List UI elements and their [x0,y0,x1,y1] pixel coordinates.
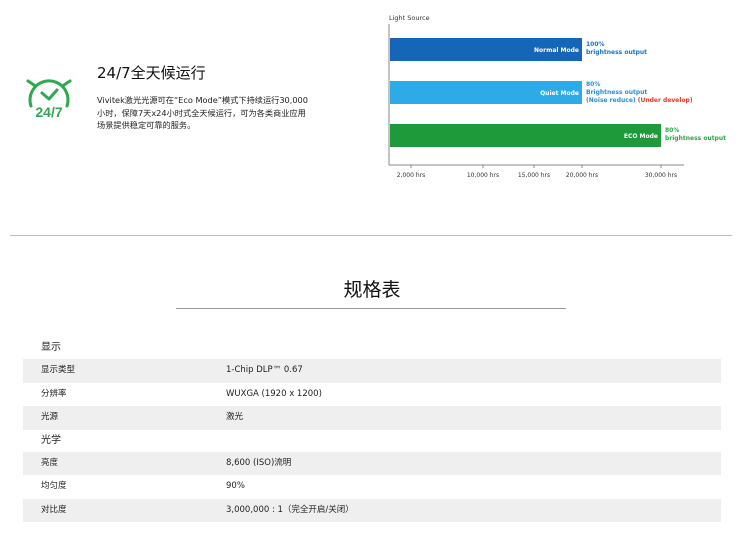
spec-key: 亮度 [41,457,59,468]
spec-value: WUXGA (1920 x 1200) [226,388,322,399]
spec-title: 规格表 [343,279,401,301]
bar-annotation: brightness output [665,135,726,142]
chart-title: Light Source [389,14,430,22]
spec-group-optics: 光学 [41,434,61,446]
bar-label: Quiet Mode [540,90,579,97]
bar-annotation: 80% [586,81,600,88]
bar-annotation: (Noise reduce) (Under develop) [586,97,693,104]
x-tick-label: 20,000 hrs [566,172,598,179]
bar-label: Normal Mode [534,47,579,54]
bar-eco-mode [390,124,661,147]
spec-key: 分辨率 [41,388,67,399]
spec-key: 显示类型 [41,365,76,375]
spec-row-light-source: 光源 激光 [23,406,721,430]
spec-row-contrast: 对比度 3,000,000 : 1（完全开启/关闭） [23,498,721,522]
x-tick-label: 30,000 hrs [645,172,677,179]
spec-row-brightness: 亮度 8,600 (ISO)流明 [23,451,721,475]
section-divider [10,235,732,236]
spec-row-display-type: 显示类型 1-Chip DLP™ 0.67 [23,359,721,383]
spec-key: 对比度 [41,504,67,515]
spec-title-underline [176,308,566,309]
bar-annotation: 100% [586,41,605,48]
spec-value: 3,000,000 : 1（完全开启/关闭） [226,504,354,515]
spec-value: 激光 [226,412,244,422]
bar-label: ECO Mode [624,133,658,140]
x-tick-label: 2,000 hrs [397,172,425,179]
x-tick-label: 15,000 hrs [518,172,550,179]
bar-annotation: Brightness output [586,89,647,96]
spec-key: 均匀度 [41,481,67,491]
spec-group-display: 显示 [41,342,61,353]
spec-row-resolution: 分辨率 WUXGA (1920 x 1200) [23,383,721,407]
x-tick-label: 10,000 hrs [467,172,499,179]
spec-value: 8,600 (ISO)流明 [226,457,292,468]
bar-annotation: 80% [665,127,679,134]
spec-value: 90% [226,481,245,491]
spec-row-uniformity: 均匀度 90% [23,475,721,499]
spec-value: 1-Chip DLP™ 0.67 [226,365,303,375]
bar-annotation: brightness output [586,49,647,56]
spec-key: 光源 [41,412,59,422]
light-source-chart: Light Source 2,000 hrs 10,000 hrs 15,000 hr… [388,14,726,179]
spec-table: 显示 显示类型 1-Chip DLP™ 0.67 分辨率 WUXGA (1920… [23,337,721,522]
